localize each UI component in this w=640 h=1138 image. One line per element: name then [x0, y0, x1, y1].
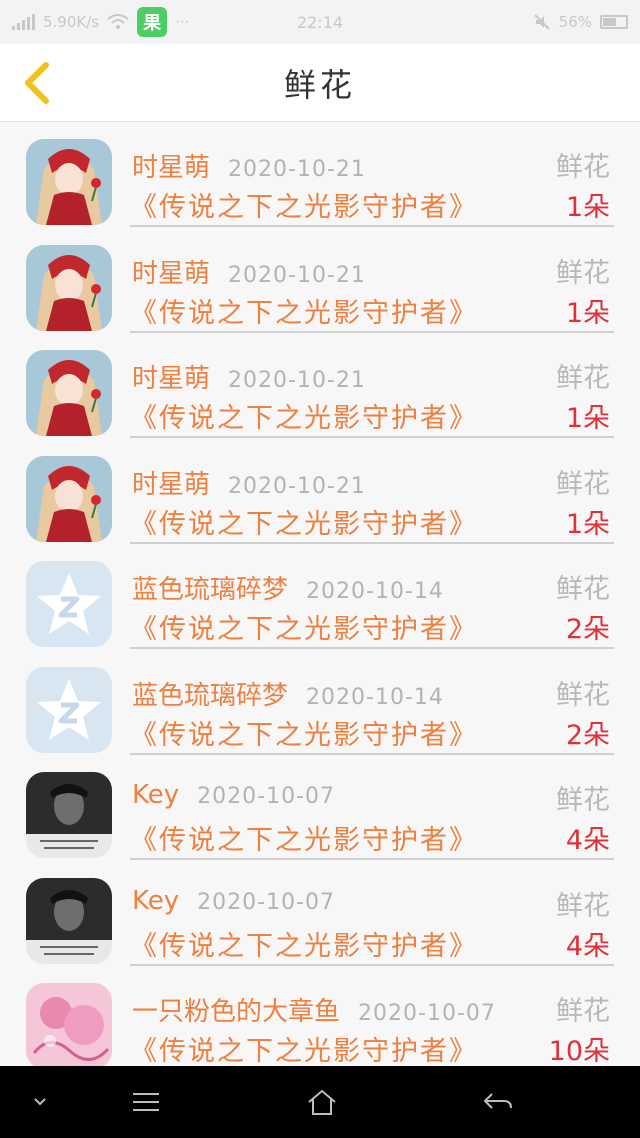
flower-count: 1朵	[565, 403, 610, 434]
book-title[interactable]: 《传说之下之光影守护者》	[130, 185, 478, 224]
item-body: 时星萌 2020-10-21 《传说之下之光影守护者》 鲜花 1朵	[130, 334, 614, 438]
item-body: 蓝色琉璃碎梦 2020-10-14 《传说之下之光影守护者》 鲜花 2朵	[130, 651, 614, 755]
list-item[interactable]: 时星萌 2020-10-21 《传说之下之光影守护者》 鲜花 1朵	[0, 229, 640, 335]
book-title[interactable]: 《传说之下之光影守护者》	[130, 291, 478, 330]
mute-icon	[533, 14, 550, 30]
user-name[interactable]: 时星萌	[132, 464, 210, 501]
gift-date: 2020-10-21	[228, 157, 366, 182]
user-name[interactable]: Key	[132, 780, 179, 810]
flower-count: 10朵	[548, 1036, 610, 1067]
book-title[interactable]: 《传说之下之光影守护者》	[130, 1029, 478, 1068]
gift-date: 2020-10-07	[197, 889, 335, 915]
book-title[interactable]: 《传说之下之光影守护者》	[130, 607, 478, 646]
page-title: 鲜花	[283, 65, 356, 104]
menu-icon[interactable]	[126, 1084, 166, 1120]
avatar[interactable]	[26, 139, 112, 225]
chevron-left-icon	[25, 62, 49, 104]
gift-date: 2020-10-14	[306, 684, 444, 710]
signal-icon	[12, 14, 35, 30]
book-title[interactable]: 《传说之下之光影守护者》	[130, 818, 478, 857]
user-name[interactable]: 时星萌	[132, 358, 210, 395]
item-body: 时星萌 2020-10-21 《传说之下之光影守护者》 鲜花 1朵	[130, 229, 614, 333]
home-icon[interactable]	[302, 1084, 342, 1120]
user-name[interactable]: 时星萌	[132, 147, 210, 184]
wifi-icon	[107, 14, 129, 29]
flower-label: 鲜花	[556, 152, 610, 183]
user-name[interactable]: Key	[132, 886, 179, 916]
item-body: 时星萌 2020-10-21 《传说之下之光影守护者》 鲜花 1朵	[130, 123, 614, 227]
item-body: Key 2020-10-07 《传说之下之光影守护者》 鲜花 4朵	[130, 862, 614, 966]
flower-count: 1朵	[565, 508, 610, 540]
avatar[interactable]	[26, 244, 112, 331]
flower-label: 鲜花	[556, 996, 610, 1027]
avatar[interactable]	[26, 983, 112, 1069]
user-name[interactable]: 一只粉色的大章鱼	[132, 991, 340, 1028]
flower-list: 时星萌 2020-10-21 《传说之下之光影守护者》 鲜花 1朵 时星萌 2020-10-…	[0, 123, 640, 1073]
avatar[interactable]	[26, 666, 112, 753]
list-item[interactable]: 蓝色琉璃碎梦 2020-10-14 《传说之下之光影守护者》 鲜花 2朵	[0, 651, 640, 757]
flower-count: 1朵	[565, 297, 610, 329]
battery-percent: 56%	[558, 13, 592, 31]
avatar[interactable]	[26, 877, 112, 964]
avatar[interactable]	[26, 561, 112, 647]
list-item[interactable]: 时星萌 2020-10-21 《传说之下之光影守护者》 鲜花 1朵	[0, 123, 640, 229]
item-body: 蓝色琉璃碎梦 2020-10-14 《传说之下之光影守护者》 鲜花 2朵	[130, 545, 614, 649]
gift-date: 2020-10-21	[228, 368, 366, 393]
flower-count: 2朵	[565, 614, 610, 645]
flower-count: 4朵	[565, 825, 610, 856]
flower-label: 鲜花	[556, 679, 610, 711]
list-item[interactable]: 蓝色琉璃碎梦 2020-10-14 《传说之下之光影守护者》 鲜花 2朵	[0, 545, 640, 651]
back-arrow-icon[interactable]	[478, 1084, 518, 1120]
more-dots-icon: ···	[175, 13, 190, 31]
gift-date: 2020-10-07	[358, 1001, 496, 1026]
book-title[interactable]: 《传说之下之光影守护者》	[130, 396, 478, 435]
battery-icon	[600, 15, 628, 29]
avatar[interactable]	[26, 772, 112, 858]
user-name[interactable]: 蓝色琉璃碎梦	[132, 675, 288, 712]
user-name[interactable]: 时星萌	[132, 253, 210, 290]
book-title[interactable]: 《传说之下之光影守护者》	[130, 924, 478, 963]
back-button[interactable]	[14, 60, 58, 106]
gift-date: 2020-10-07	[197, 784, 335, 809]
gift-date: 2020-10-21	[228, 473, 366, 499]
network-speed: 5.90K/s	[43, 13, 100, 31]
flower-count: 1朵	[565, 192, 610, 223]
flower-label: 鲜花	[556, 257, 610, 289]
flower-count: 4朵	[565, 930, 610, 962]
header: 鲜花	[0, 44, 640, 122]
flower-label: 鲜花	[556, 785, 610, 816]
status-bar: 5.90K/s 果 ··· 22:14 56%	[0, 0, 640, 44]
book-title[interactable]: 《传说之下之光影守护者》	[130, 502, 478, 541]
list-item[interactable]: Key 2020-10-07 《传说之下之光影守护者》 鲜花 4朵	[0, 862, 640, 968]
flower-label: 鲜花	[556, 574, 610, 605]
item-body: 时星萌 2020-10-21 《传说之下之光影守护者》 鲜花 1朵	[130, 440, 614, 544]
book-title[interactable]: 《传说之下之光影守护者》	[130, 713, 478, 752]
avatar[interactable]	[26, 455, 112, 542]
flower-label: 鲜花	[556, 363, 610, 394]
green-app-icon: 果	[137, 7, 168, 37]
list-item[interactable]: 一只粉色的大章鱼 2020-10-07 《传说之下之光影守护者》 鲜花 10朵	[0, 967, 640, 1073]
item-body: 一只粉色的大章鱼 2020-10-07 《传说之下之光影守护者》 鲜花 10朵	[130, 967, 614, 1071]
gift-date: 2020-10-21	[228, 262, 366, 288]
flower-label: 鲜花	[556, 468, 610, 500]
list-item[interactable]: Key 2020-10-07 《传说之下之光影守护者》 鲜花 4朵	[0, 756, 640, 862]
avatar[interactable]	[26, 350, 112, 436]
flower-label: 鲜花	[556, 890, 610, 922]
navigation-bar	[0, 1066, 640, 1138]
user-name[interactable]: 蓝色琉璃碎梦	[132, 569, 288, 606]
item-body: Key 2020-10-07 《传说之下之光影守护者》 鲜花 4朵	[130, 756, 614, 860]
chevron-down-icon[interactable]	[20, 1084, 60, 1120]
gift-date: 2020-10-14	[306, 579, 444, 604]
list-item[interactable]: 时星萌 2020-10-21 《传说之下之光影守护者》 鲜花 1朵	[0, 440, 640, 546]
list-item[interactable]: 时星萌 2020-10-21 《传说之下之光影守护者》 鲜花 1朵	[0, 334, 640, 440]
flower-count: 2朵	[565, 719, 610, 751]
